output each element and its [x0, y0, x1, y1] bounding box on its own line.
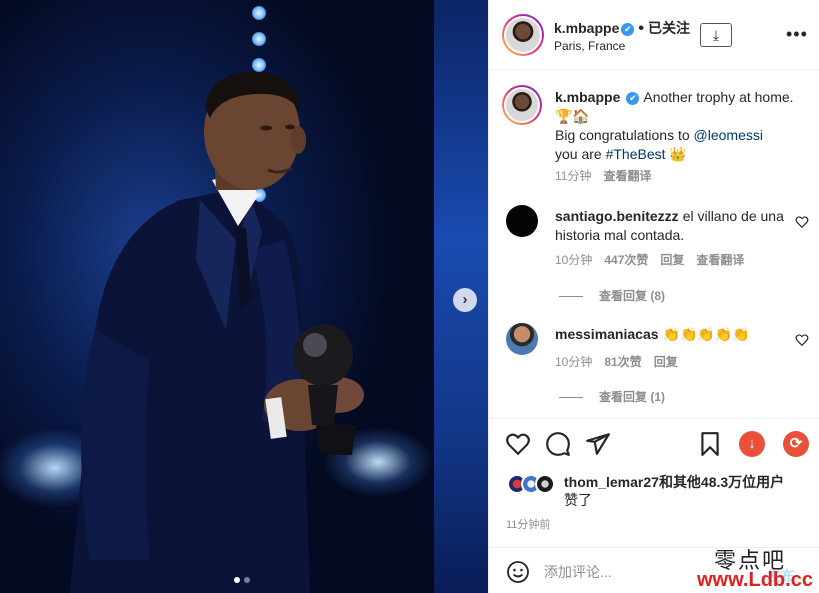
- comment-content: 👏👏👏👏👏: [662, 326, 750, 342]
- carousel-dots: [234, 577, 250, 583]
- comment-meta: 10分钟 447次赞 回复 查看翻译: [555, 251, 744, 268]
- carousel-next-button[interactable]: ›: [453, 288, 477, 312]
- likes-summary[interactable]: thom_lemar27和其他48.3万位用户 赞了: [564, 473, 809, 509]
- header-separator: •: [638, 20, 644, 37]
- likes-suffix: 赞了: [564, 492, 592, 508]
- comment-text: santiago.benitezzz el villano de una hist…: [555, 207, 795, 245]
- author-line: k.mbappe ✔ • 已关注: [554, 18, 690, 38]
- comment-see-translation-button[interactable]: 查看翻译: [696, 251, 744, 268]
- add-comment-bar: 发布: [489, 547, 819, 593]
- comment-text: messimaniacas 👏👏👏👏👏: [555, 325, 795, 344]
- commenter-avatar[interactable]: [506, 205, 538, 237]
- emoji-smiley-icon[interactable]: [506, 560, 530, 584]
- view-replies-button[interactable]: 查看回复 (1): [559, 388, 665, 405]
- carousel-dot-active: [234, 577, 240, 583]
- commenter-username[interactable]: santiago.benitezzz: [555, 208, 679, 224]
- likes-and: 和: [658, 474, 673, 490]
- caption-line-2: Big congratulations to: [555, 127, 694, 143]
- commenter-avatar[interactable]: [506, 323, 538, 355]
- caption-line-3: you are: [555, 146, 606, 162]
- comments-list[interactable]: k.mbappe ✔ Another trophy at home. 🏆🏠 Big …: [489, 71, 819, 418]
- person-illustration: [70, 71, 364, 593]
- caption-emoji-1: 🏆🏠: [555, 108, 590, 124]
- caption-line-1: Another trophy at home.: [643, 89, 794, 105]
- like-heart-icon[interactable]: [505, 431, 531, 457]
- post-header: k.mbappe ✔ • 已关注 Paris, France ⤓ •••: [489, 0, 819, 70]
- mention-link[interactable]: @leomessi: [694, 127, 763, 143]
- comment-likes-count[interactable]: 447次赞: [604, 251, 648, 268]
- caption-see-translation-button[interactable]: 查看翻译: [603, 167, 651, 184]
- comment-bubble-icon[interactable]: [545, 431, 571, 457]
- comment-like-heart-icon[interactable]: [795, 333, 809, 347]
- comment-time: 10分钟: [555, 355, 593, 369]
- caption-avatar[interactable]: [502, 85, 542, 125]
- likes-others-count[interactable]: 其他48.3万位用户: [673, 474, 784, 490]
- comment-reply-button[interactable]: 回复: [660, 251, 684, 268]
- download-icon[interactable]: ⤓: [700, 23, 732, 47]
- save-bookmark-icon[interactable]: [697, 431, 723, 457]
- commenter-username[interactable]: messimaniacas: [555, 326, 659, 342]
- liker-username[interactable]: thom_lemar27: [564, 474, 659, 490]
- comment-meta: 10分钟 81次赞 回复: [555, 353, 678, 370]
- caption-emoji-2: 👑: [669, 146, 687, 162]
- caption-text: k.mbappe ✔ Another trophy at home. 🏆🏠 Big …: [555, 88, 795, 164]
- refresh-icon[interactable]: ⟳: [783, 431, 809, 457]
- caption-meta: 11分钟 查看翻译: [555, 167, 651, 184]
- action-bar: ↓ ⟳: [489, 418, 819, 468]
- author-avatar[interactable]: [502, 14, 544, 56]
- post-timestamp[interactable]: 11分钟前: [506, 516, 550, 532]
- likes-section: thom_lemar27和其他48.3万位用户 赞了: [489, 470, 819, 520]
- post-location[interactable]: Paris, France: [554, 39, 625, 53]
- caption-username[interactable]: k.mbappe: [555, 89, 620, 105]
- verified-badge-icon: ✔: [621, 23, 635, 36]
- follow-state-button[interactable]: 已关注: [648, 20, 690, 36]
- comment-like-heart-icon[interactable]: [795, 215, 809, 229]
- share-send-icon[interactable]: [585, 431, 611, 457]
- author-username[interactable]: k.mbappe: [554, 20, 619, 36]
- carousel-dot: [244, 577, 250, 583]
- post-side-panel: k.mbappe ✔ • 已关注 Paris, France ⤓ ••• k.mbap…: [488, 0, 819, 593]
- comment-reply-button[interactable]: 回复: [654, 353, 678, 370]
- view-replies-button[interactable]: 查看回复 (8): [559, 287, 665, 304]
- comment-input[interactable]: [544, 561, 734, 583]
- hashtag-link[interactable]: #TheBest: [606, 146, 666, 162]
- download-media-icon[interactable]: ↓: [739, 431, 765, 457]
- comment-time: 10分钟: [555, 253, 593, 267]
- post-comment-button[interactable]: 发布: [767, 566, 795, 586]
- caption-time: 11分钟: [555, 169, 592, 183]
- post-photo: ›: [0, 0, 488, 593]
- comment-likes-count[interactable]: 81次赞: [604, 353, 641, 370]
- liker-avatars[interactable]: [507, 474, 567, 496]
- verified-badge-icon: ✔: [626, 92, 640, 105]
- more-options-icon[interactable]: •••: [786, 24, 808, 44]
